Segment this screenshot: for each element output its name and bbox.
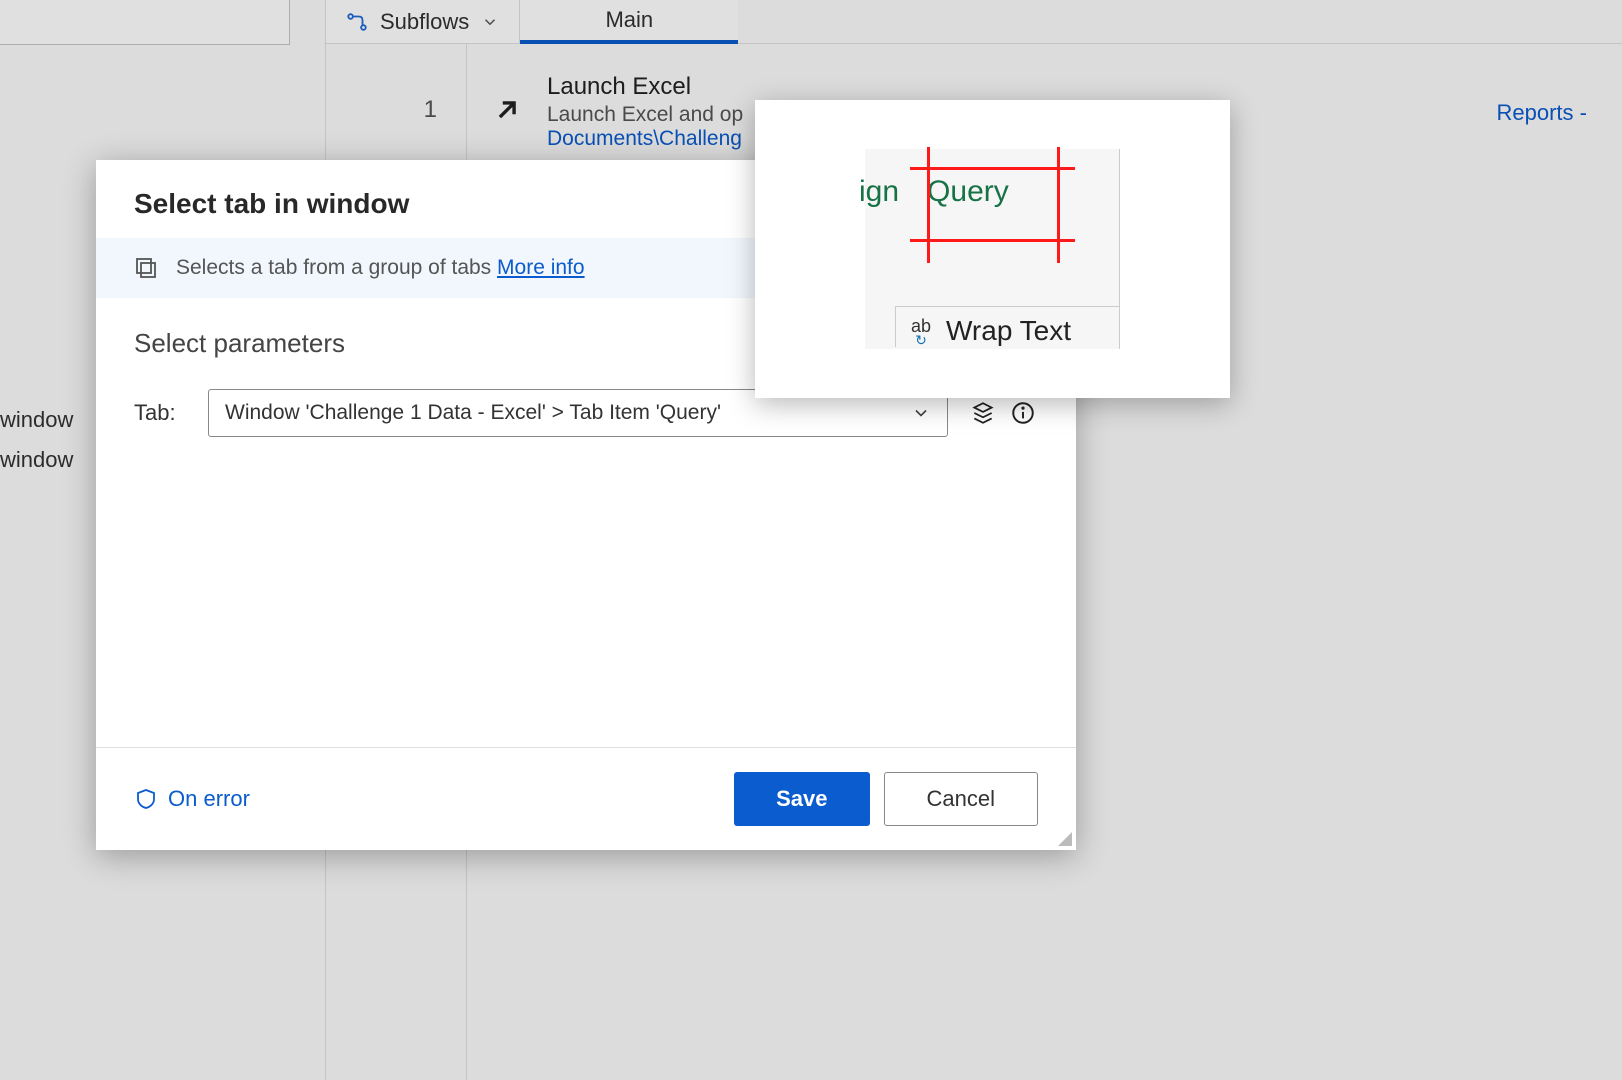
tabs-icon <box>134 256 158 280</box>
side-truncated-text: window window <box>0 400 73 480</box>
highlight-line <box>1057 147 1060 263</box>
dialog-footer: On error Save Cancel <box>96 747 1076 850</box>
bg-panel-box <box>0 0 290 45</box>
dialog-description-text: Selects a tab from a group of tabs <box>176 256 491 279</box>
preview-tab-partial: ign <box>859 175 899 209</box>
wrap-text-icon: ab ↻ <box>906 318 936 347</box>
chevron-down-icon <box>911 403 931 423</box>
preview-tab-query: Query <box>927 175 1009 209</box>
step-title: Launch Excel <box>547 73 1622 101</box>
on-error-label: On error <box>168 786 250 812</box>
chevron-down-icon <box>481 13 499 31</box>
side-line-2: window <box>0 440 73 480</box>
info-icon[interactable] <box>1010 400 1036 426</box>
on-error-button[interactable]: On error <box>134 785 250 813</box>
element-preview-popup: ign Query ab ↻ Wrap Text <box>755 100 1230 398</box>
side-line-1: window <box>0 400 73 440</box>
preview-wrap-text-row: ab ↻ Wrap Text <box>895 306 1120 347</box>
param-label-tab: Tab: <box>134 400 186 426</box>
preview-snapshot: ign Query ab ↻ Wrap Text <box>865 149 1120 349</box>
subflows-icon <box>346 11 368 33</box>
step-number: 1 <box>325 96 467 124</box>
ui-element-picker-icon[interactable] <box>970 400 996 426</box>
highlight-line <box>910 167 1075 170</box>
launch-arrow-icon <box>467 93 547 127</box>
subflows-label: Subflows <box>380 9 469 35</box>
bg-toolbar: Subflows Main <box>325 0 1622 44</box>
highlight-line <box>910 239 1075 242</box>
save-button[interactable]: Save <box>734 772 869 826</box>
tab-main-label: Main <box>605 7 653 33</box>
subflows-dropdown[interactable]: Subflows <box>325 0 520 44</box>
tab-selector-value: Window 'Challenge 1 Data - Excel' > Tab … <box>225 401 721 425</box>
wrap-text-label: Wrap Text <box>946 315 1071 347</box>
tab-main[interactable]: Main <box>520 0 738 44</box>
resize-grip[interactable] <box>1056 830 1072 846</box>
shield-icon <box>134 785 158 813</box>
reports-link[interactable]: Reports - <box>1497 100 1587 126</box>
more-info-link[interactable]: More info <box>497 256 585 279</box>
highlight-line <box>927 147 930 263</box>
cancel-button[interactable]: Cancel <box>884 772 1038 826</box>
